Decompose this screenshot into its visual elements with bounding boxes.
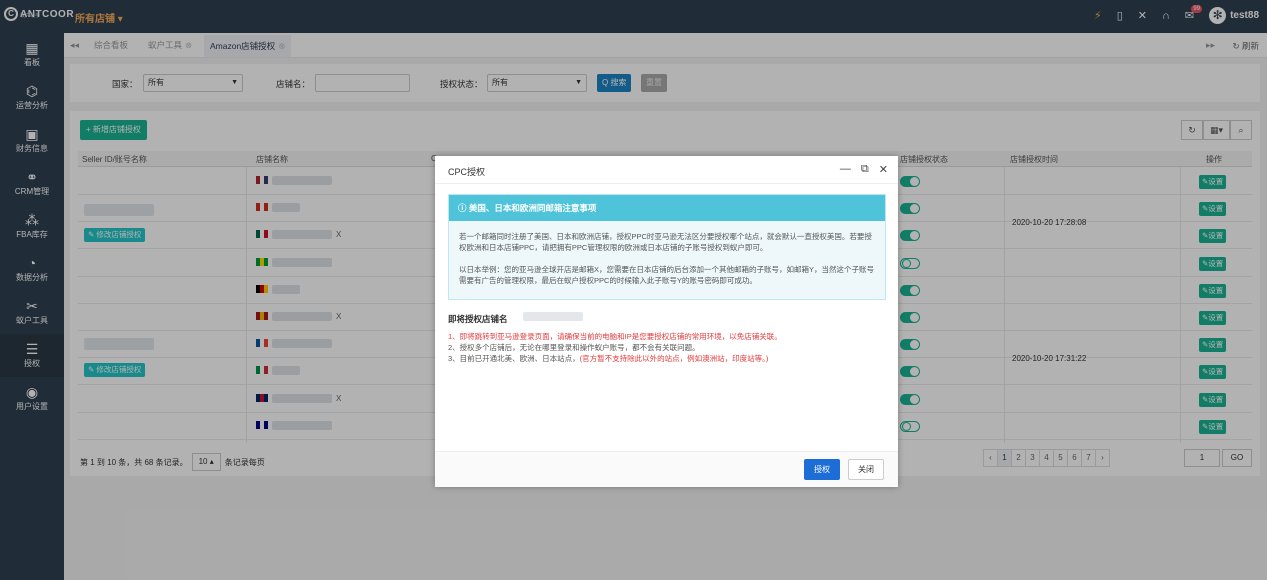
notice-paragraph-2: 以日本举例：您的亚马逊全球开店是邮箱X，您需要在日本店铺的后台添加一个其他邮箱的… — [459, 265, 875, 285]
minimize-icon[interactable]: — — [840, 163, 851, 176]
notice-paragraph-1: 若一个邮箱同时注册了美国、日本和欧洲店铺，授权PPC时亚马逊无法区分要授权哪个站… — [459, 232, 872, 252]
dialog-footer: 授权 关闭 — [435, 451, 898, 487]
note-3: 3、目前已开通北美、欧洲、日本站点，(官方暂不支持除此以外的站点，例如澳洲站，印… — [448, 354, 769, 363]
dialog-title: CPC授权 — [448, 167, 486, 177]
close-button[interactable]: 关闭 — [848, 459, 884, 480]
cpc-auth-dialog: CPC授权 — ⧉ ✕ ⓘ 美国、日本和欧洲同邮箱注意事项 若一个邮箱同时注册了… — [435, 156, 898, 487]
notice-title: ⓘ 美国、日本和欧洲同邮箱注意事项 — [449, 195, 885, 221]
auth-store-name — [523, 312, 583, 321]
authorize-button[interactable]: 授权 — [804, 459, 840, 480]
auth-store-label: 即将授权店铺名 — [448, 314, 508, 324]
maximize-icon[interactable]: ⧉ — [861, 163, 869, 176]
info-icon: ⓘ — [458, 203, 467, 213]
dialog-header: CPC授权 — ⧉ ✕ — [435, 156, 898, 184]
note-1: 1、即将跳转到亚马逊登录页面，请确保当前的电脑和IP是您要授权店铺的常用环境，以… — [448, 332, 782, 341]
note-2: 2、授权多个店铺后，无论在哪里登录和操作蚁户账号，都不会有关联问题。 — [448, 343, 700, 352]
close-icon[interactable]: ✕ — [879, 163, 888, 176]
note-3-warning: (官方暂不支持除此以外的站点，例如澳洲站，印度站等。) — [579, 354, 769, 363]
notice-box: ⓘ 美国、日本和欧洲同邮箱注意事项 若一个邮箱同时注册了美国、日本和欧洲店铺，授… — [448, 194, 886, 300]
